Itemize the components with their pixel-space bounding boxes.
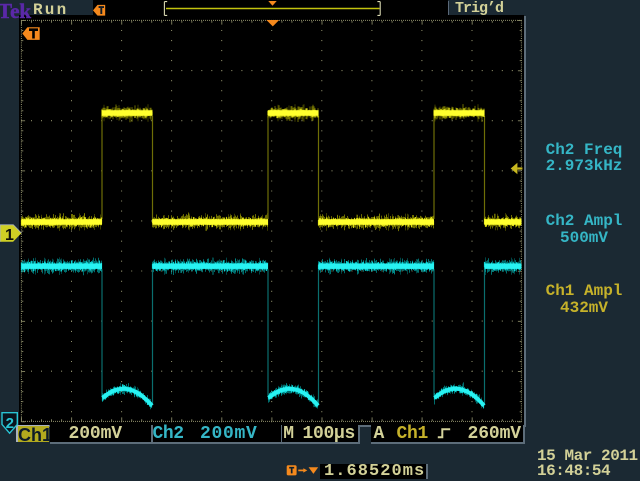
svg-text:1: 1 [5,227,14,244]
svg-text:2: 2 [6,415,14,432]
